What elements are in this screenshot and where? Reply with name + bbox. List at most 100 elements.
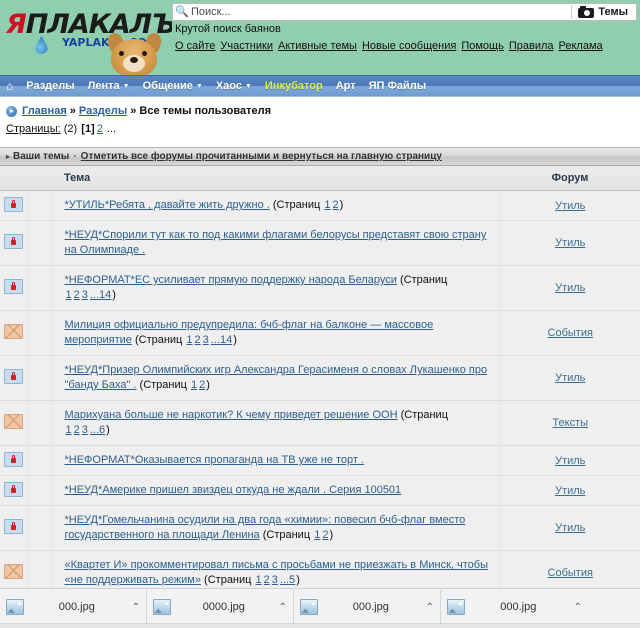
topic-page-link[interactable]: 2 — [264, 574, 270, 586]
topic-title-link[interactable]: Марихуана больше не наркотик? К чему при… — [65, 409, 398, 421]
home-icon[interactable]: ⌂ — [6, 79, 13, 93]
topic-title-link[interactable]: *НЕУД*Спорили тут как то под какими флаг… — [65, 229, 487, 256]
topic-title-link[interactable]: *УТИЛЬ*Ребята , давайте жить дружно . — [65, 199, 270, 211]
topic-page-link[interactable]: 1 — [256, 574, 262, 586]
topic-page-link[interactable]: 2 — [74, 289, 80, 301]
forum-link[interactable]: Утиль — [555, 485, 585, 497]
row-spacer-cell — [28, 445, 53, 476]
table-row: *НЕУД*Спорили тут как то под какими флаг… — [0, 220, 640, 266]
topic-page-link[interactable]: 2 — [332, 199, 338, 211]
mark-all-read-link[interactable]: Отметить все форумы прочитанными и верну… — [81, 151, 442, 162]
top-link-4[interactable]: Помощь — [461, 40, 504, 52]
chevron-up-icon[interactable]: ⌃ — [273, 602, 287, 613]
topic-pages-last-link[interactable]: ...14 — [90, 289, 111, 301]
top-link-3[interactable]: Новые сообщения — [362, 40, 456, 52]
topic-page-link[interactable]: 2 — [74, 424, 80, 436]
forum-link[interactable]: Утиль — [555, 372, 585, 384]
row-theme-cell: *НЕФОРМАТ*ЕС усиливает прямую поддержку … — [52, 265, 501, 311]
row-forum-cell: Утиль — [500, 265, 640, 311]
locked-topic-icon — [4, 369, 24, 384]
forum-link[interactable]: Утиль — [555, 200, 585, 212]
chevron-up-icon[interactable]: ⌃ — [568, 602, 582, 613]
search-bar[interactable]: 🔍 Темы — [172, 3, 637, 21]
topic-page-link[interactable]: 3 — [82, 424, 88, 436]
topic-page-link[interactable]: 1 — [191, 379, 197, 391]
breadcrumb-bullet-icon — [6, 105, 17, 117]
topic-title-link[interactable]: *НЕУД*Америке пришел звиздец откуда не ж… — [65, 484, 402, 496]
nav-item-2[interactable]: Общение ▼ — [143, 80, 203, 92]
topic-pages: (Страниц 1 2 3 ...5) — [201, 574, 300, 586]
row-status-cell — [0, 400, 29, 446]
nav-item-0[interactable]: Разделы — [26, 80, 74, 92]
topic-page-link[interactable]: 1 — [66, 289, 72, 301]
topic-page-link[interactable]: 1 — [186, 334, 192, 346]
topic-pages-last-link[interactable]: ...14 — [211, 334, 232, 346]
nav-item-1[interactable]: Лента ▼ — [88, 80, 130, 92]
row-theme-cell: *НЕУД*Гомельчанина осудили на два года «… — [52, 505, 501, 551]
topic-title-link[interactable]: *НЕУД*Призер Олимпийских игр Александра … — [65, 364, 488, 391]
chevron-up-icon[interactable]: ⌃ — [420, 602, 434, 613]
chevron-up-icon[interactable]: ⌃ — [126, 602, 140, 613]
topic-page-link[interactable]: 1 — [66, 424, 72, 436]
table-row: Милиция официально предупредила: бчб-фла… — [0, 310, 640, 356]
download-item[interactable]: 000.jpg ⌃ — [294, 590, 441, 624]
breadcrumb-sections-link[interactable]: Разделы — [79, 105, 127, 117]
row-theme-cell: Милиция официально предупредила: бчб-фла… — [52, 310, 501, 356]
table-row: Марихуана больше не наркотик? К чему при… — [0, 400, 640, 446]
topic-page-link[interactable]: 3 — [272, 574, 278, 586]
themes-button[interactable]: Темы — [598, 6, 636, 18]
topic-page-link[interactable]: 1 — [314, 529, 320, 541]
pagination-current-page: [1] — [81, 123, 95, 135]
forum-link[interactable]: События — [548, 567, 593, 579]
col-forum-header: Форум — [500, 166, 640, 191]
topics-panel: ▸ Ваши темы · Отметить все форумы прочитанн… — [0, 147, 640, 596]
site-logo[interactable]: ЯПЛАКАЛЪ YAPLAKAL.COM — [0, 0, 172, 75]
topic-page-link[interactable]: 1 — [324, 199, 330, 211]
breadcrumb-home-link[interactable]: Главная — [22, 105, 67, 117]
nav-item-label: Хаос — [215, 80, 242, 92]
topic-pages-last-link[interactable]: ...6 — [90, 424, 105, 436]
topic-page-link[interactable]: 2 — [322, 529, 328, 541]
nav-item-label: Разделы — [26, 80, 75, 92]
forum-link[interactable]: Утиль — [555, 237, 585, 249]
topic-page-link[interactable]: 3 — [82, 289, 88, 301]
topic-page-link[interactable]: 2 — [195, 334, 201, 346]
download-filename: 0000.jpg — [202, 601, 245, 613]
camera-icon[interactable] — [578, 6, 595, 18]
download-item[interactable]: 0000.jpg ⌃ — [147, 590, 294, 624]
row-spacer-cell — [28, 190, 53, 221]
forum-link[interactable]: События — [548, 327, 593, 339]
download-item[interactable]: 000.jpg ⌃ — [0, 590, 147, 624]
breadcrumb-separator-2: » — [130, 105, 137, 117]
download-filename: 000.jpg — [500, 601, 537, 613]
download-item[interactable]: 000.jpg ⌃ — [441, 590, 588, 624]
forum-link[interactable]: Утиль — [555, 455, 585, 467]
nav-item-label: Общение — [142, 80, 193, 92]
nav-item-4[interactable]: Инкубатор — [265, 80, 323, 92]
forum-link[interactable]: Утиль — [555, 522, 585, 534]
top-link-1[interactable]: Участники — [220, 40, 273, 52]
top-link-2[interactable]: Активные темы — [278, 40, 357, 52]
pagination-page-2[interactable]: 2 — [97, 123, 103, 135]
search-input[interactable] — [191, 5, 570, 19]
nav-item-3[interactable]: Хаос ▼ — [216, 80, 252, 92]
top-link-0[interactable]: О сайте — [175, 40, 215, 52]
image-file-icon — [300, 599, 318, 615]
row-theme-cell: Марихуана больше не наркотик? К чему при… — [52, 400, 501, 446]
topic-title-link[interactable]: *НЕФОРМАТ*Оказывается пропаганда на ТВ у… — [65, 454, 365, 466]
row-spacer-cell — [28, 355, 53, 401]
forum-link[interactable]: Тексты — [552, 417, 588, 429]
topic-title-link[interactable]: *НЕФОРМАТ*ЕС усиливает прямую поддержку … — [65, 274, 397, 286]
topic-page-link[interactable]: 2 — [199, 379, 205, 391]
logo-wordmark-first: Я — [6, 9, 27, 40]
forum-link[interactable]: Утиль — [555, 282, 585, 294]
topic-pages-last-link[interactable]: ...5 — [280, 574, 295, 586]
row-status-cell — [0, 220, 29, 266]
nav-item-6[interactable]: ЯП Файлы — [369, 80, 427, 92]
top-link-6[interactable]: Реклама — [559, 40, 603, 52]
top-link-5[interactable]: Правила — [509, 40, 554, 52]
row-theme-cell: *НЕФОРМАТ*Оказывается пропаганда на ТВ у… — [52, 445, 501, 476]
nav-item-5[interactable]: Арт — [336, 80, 356, 92]
topic-page-link[interactable]: 3 — [203, 334, 209, 346]
topic-title-link[interactable]: Милиция официально предупредила: бчб-фла… — [65, 319, 434, 346]
